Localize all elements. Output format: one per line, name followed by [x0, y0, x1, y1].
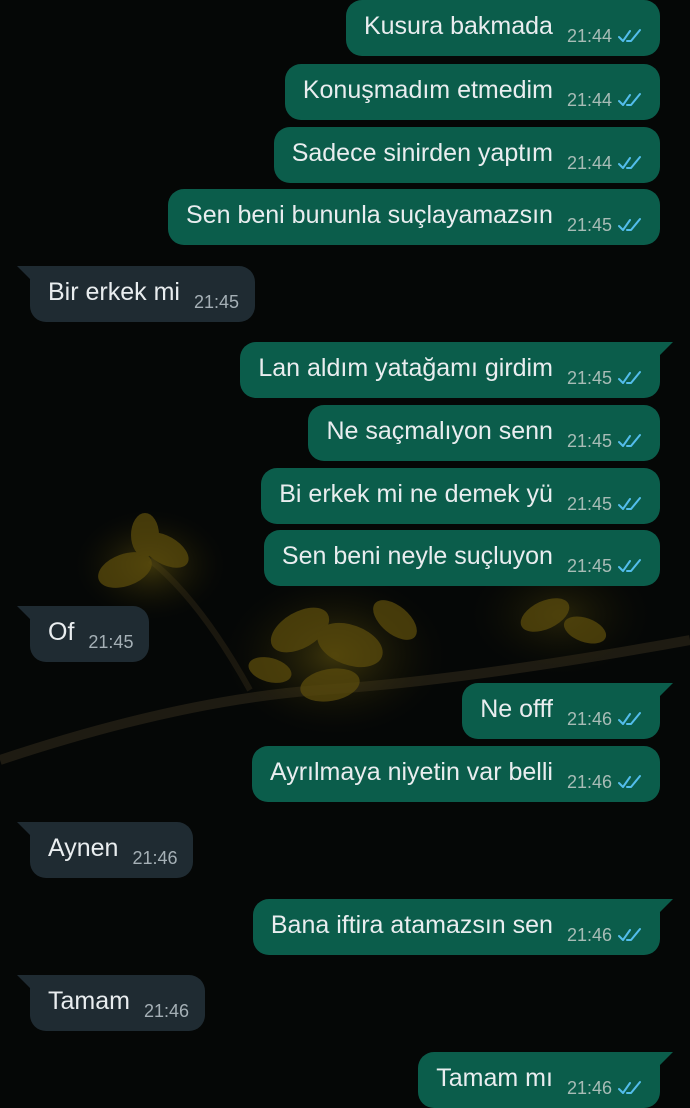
- message-time: 21:44: [566, 25, 612, 46]
- message-meta: 21:46: [567, 1078, 644, 1099]
- message-meta: 21:44: [567, 90, 644, 111]
- message-text: Sadece sinirden yaptım: [291, 138, 553, 167]
- message-meta: 21:45: [88, 632, 133, 653]
- double-check-icon: [618, 371, 641, 384]
- message-text: Kusura bakmada: [363, 11, 553, 40]
- message-time: 21:45: [566, 367, 612, 388]
- message-text: Ne saçmalıyon senn: [326, 416, 553, 445]
- message-meta: 21:46: [132, 848, 177, 869]
- message-text: Aynen: [48, 833, 119, 862]
- double-check-icon: [618, 29, 641, 42]
- message-time: 21:44: [566, 152, 612, 173]
- outgoing-message[interactable]: Konuşmadım etmedim 21:44: [284, 64, 660, 120]
- double-check-icon: [618, 712, 641, 725]
- outgoing-message[interactable]: Sadece sinirden yaptım 21:44: [273, 127, 660, 183]
- message-time: 21:45: [88, 631, 134, 652]
- double-check-icon: [618, 559, 641, 572]
- message-time: 21:46: [566, 1077, 612, 1098]
- outgoing-message[interactable]: Sen beni bununla suçlayamazsın 21:45: [168, 189, 660, 245]
- message-meta: 21:45: [194, 292, 239, 313]
- incoming-message[interactable]: Bir erkek mi 21:45: [16, 266, 256, 322]
- incoming-message[interactable]: Aynen 21:46: [16, 822, 194, 878]
- outgoing-message[interactable]: Ne offf 21:46: [462, 683, 673, 739]
- double-check-icon: [618, 928, 641, 941]
- incoming-message[interactable]: Tamam 21:46: [16, 975, 206, 1031]
- message-time: 21:45: [566, 493, 612, 514]
- message-time: 21:45: [193, 291, 240, 312]
- message-text: Ayrılmaya niyetin var belli: [269, 757, 553, 786]
- message-meta: 21:45: [567, 215, 644, 236]
- message-meta: 21:44: [567, 26, 644, 47]
- message-text: Sen beni neyle suçluyon: [281, 541, 553, 570]
- message-meta: 21:46: [567, 925, 644, 946]
- message-meta: 21:45: [567, 494, 644, 515]
- outgoing-message[interactable]: Bana iftira atamazsın sen 21:46: [252, 899, 674, 955]
- double-check-icon: [618, 218, 641, 231]
- message-text: Tamam mı: [436, 1063, 553, 1092]
- double-check-icon: [618, 1081, 641, 1094]
- message-text: Bir erkek mi: [48, 277, 180, 306]
- message-meta: 21:45: [567, 556, 644, 577]
- message-text: Bi erkek mi ne demek yü: [279, 479, 553, 508]
- double-check-icon: [618, 434, 641, 447]
- message-time: 21:45: [566, 430, 612, 451]
- message-time: 21:46: [566, 771, 612, 792]
- message-meta: 21:45: [567, 431, 644, 452]
- message-meta: 21:46: [144, 1001, 189, 1022]
- message-text: Konuşmadım etmedim: [302, 75, 553, 104]
- outgoing-message[interactable]: Kusura bakmada 21:44: [345, 0, 660, 56]
- message-time: 21:46: [566, 924, 612, 945]
- message-time: 21:44: [566, 89, 612, 110]
- double-check-icon: [618, 156, 641, 169]
- message-meta: 21:45: [567, 368, 644, 389]
- chat-messages: Kusura bakmada 21:44 Konuşmadım etmedim …: [0, 0, 690, 1108]
- message-text: Sen beni bununla suçlayamazsın: [186, 200, 553, 229]
- double-check-icon: [618, 497, 641, 510]
- message-text: Bana iftira atamazsın sen: [270, 910, 553, 939]
- outgoing-message[interactable]: Lan aldım yatağamı girdim 21:45: [240, 342, 673, 398]
- message-time: 21:46: [132, 847, 178, 868]
- message-meta: 21:46: [567, 709, 644, 730]
- message-meta: 21:46: [567, 772, 644, 793]
- message-time: 21:45: [566, 214, 612, 235]
- outgoing-message[interactable]: Ayrılmaya niyetin var belli 21:46: [251, 746, 660, 802]
- incoming-message[interactable]: Of 21:45: [16, 606, 150, 662]
- outgoing-message[interactable]: Tamam mı 21:46: [418, 1052, 673, 1108]
- message-text: Lan aldım yatağamı girdim: [258, 353, 553, 382]
- double-check-icon: [618, 775, 641, 788]
- message-time: 21:46: [566, 708, 612, 729]
- message-text: Ne offf: [480, 694, 553, 723]
- outgoing-message[interactable]: Ne saçmalıyon senn 21:45: [308, 405, 660, 461]
- message-text: Tamam: [48, 986, 130, 1015]
- message-meta: 21:44: [567, 153, 644, 174]
- double-check-icon: [618, 93, 641, 106]
- message-text: Of: [48, 617, 75, 646]
- message-time: 21:46: [143, 1000, 190, 1021]
- outgoing-message[interactable]: Sen beni neyle suçluyon 21:45: [263, 530, 660, 586]
- message-time: 21:45: [566, 555, 612, 576]
- outgoing-message[interactable]: Bi erkek mi ne demek yü 21:45: [261, 468, 660, 524]
